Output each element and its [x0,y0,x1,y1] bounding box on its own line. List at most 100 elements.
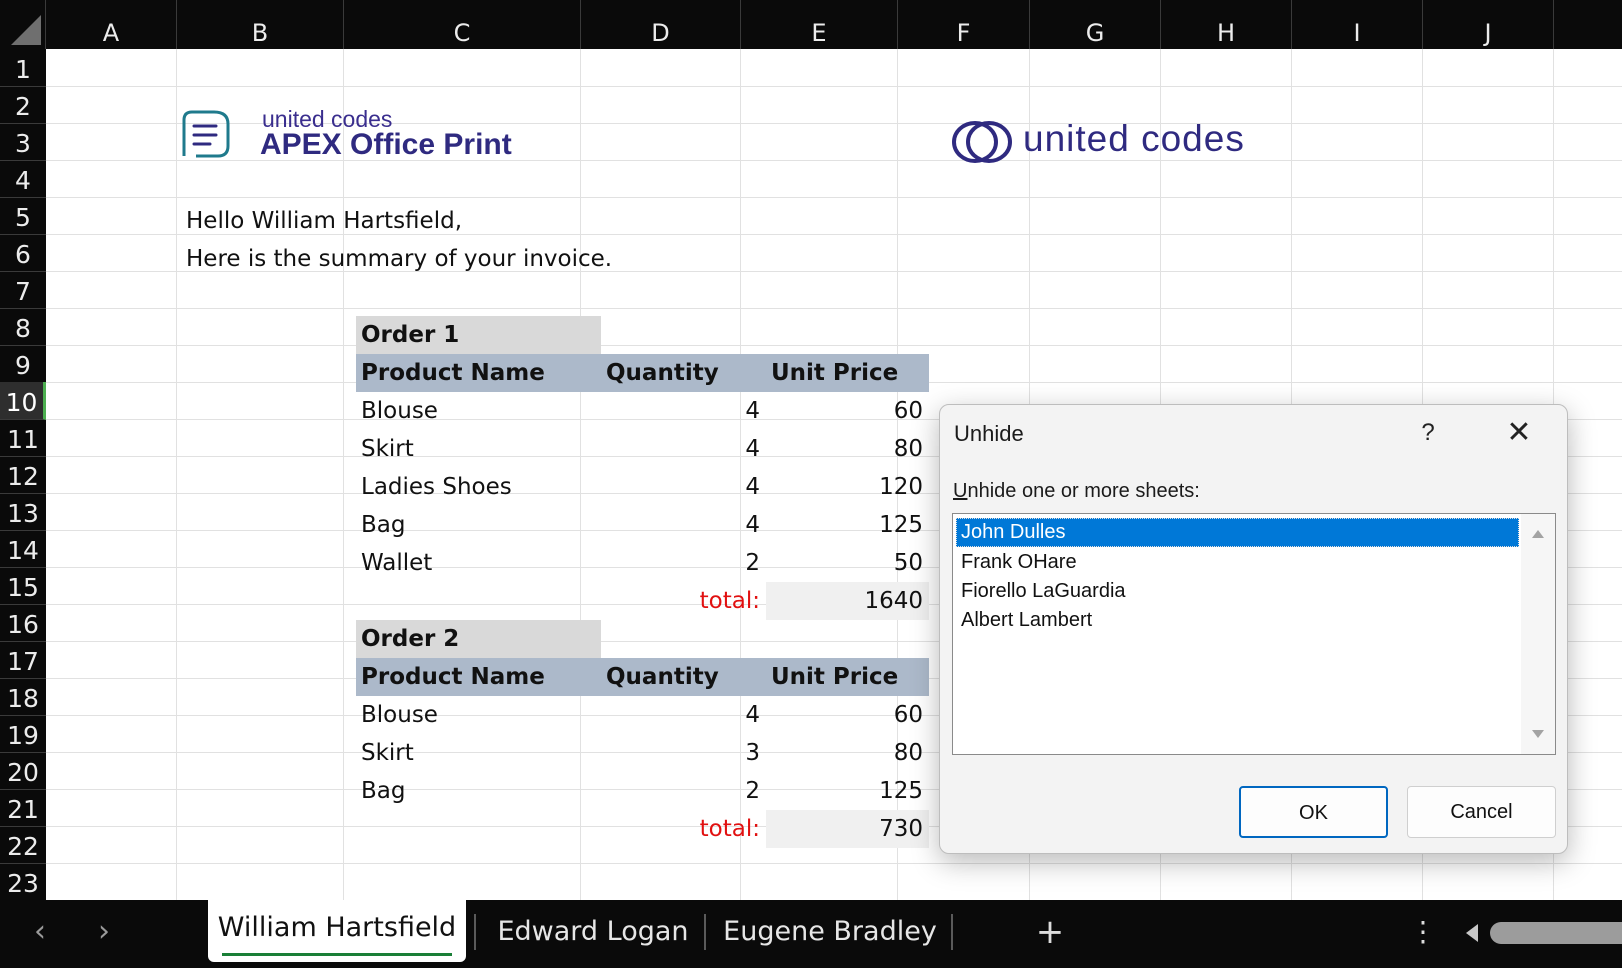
column-header-i[interactable]: I [1292,0,1423,49]
order-2-row-1-price[interactable]: 60 [766,696,929,734]
row-header-5[interactable]: 5 [0,197,46,235]
order-1-row-3-quantity[interactable]: 4 [601,468,766,506]
order-2-row-2-product[interactable]: Skirt [356,734,601,772]
order-1-row-1-price[interactable]: 60 [766,392,929,430]
order-2-total-value[interactable]: 730 [766,810,929,848]
column-header-j[interactable]: J [1423,0,1554,49]
row-header-21[interactable]: 21 [0,789,46,827]
order-2-row-1-quantity[interactable]: 4 [601,696,766,734]
order-1-row-4-price[interactable]: 125 [766,506,929,544]
row-header-17[interactable]: 17 [0,641,46,679]
cancel-button[interactable]: Cancel [1407,786,1556,838]
chevron-right-icon[interactable]: › [84,900,124,968]
row-header-15[interactable]: 15 [0,567,46,605]
apex-office-print-logo: united codes APEX Office Print [178,106,558,162]
order-1-row-2-product[interactable]: Skirt [356,430,601,468]
column-header-g[interactable]: G [1030,0,1161,49]
order-2-row-3-price[interactable]: 125 [766,772,929,810]
horizontal-scrollbar[interactable] [1490,922,1622,944]
order-1-row-4-quantity[interactable]: 4 [601,506,766,544]
list-item-fiorello-laguardia[interactable]: Fiorello LaGuardia [956,577,1519,606]
order-1-total-value[interactable]: 1640 [766,582,929,620]
add-sheet-icon[interactable]: + [1030,900,1070,968]
order-1-row-5-product[interactable]: Wallet [356,544,601,582]
row-header-23[interactable]: 23 [0,863,46,900]
order-2-row-2-quantity[interactable]: 3 [601,734,766,772]
column-header-b[interactable]: B [177,0,344,49]
row-header-6[interactable]: 6 [0,234,46,272]
order-1-row-1-quantity[interactable]: 4 [601,392,766,430]
row-header-14[interactable]: 14 [0,530,46,568]
row-header-22[interactable]: 22 [0,826,46,864]
column-header-e[interactable]: E [741,0,898,49]
select-all-button[interactable] [0,0,46,49]
row-header-4[interactable]: 4 [0,160,46,198]
list-item-albert-lambert[interactable]: Albert Lambert [956,606,1519,635]
help-icon[interactable]: ? [1410,415,1446,451]
order-1-row-2-quantity[interactable]: 4 [601,430,766,468]
order-1-title[interactable]: Order 1 [356,316,601,354]
order-2-row-3-product[interactable]: Bag [356,772,601,810]
row-header-1[interactable]: 1 [0,49,46,87]
list-item-frank-ohare[interactable]: Frank OHare [956,548,1519,577]
summary-line-cell[interactable]: Here is the summary of your invoice. [186,240,612,278]
order-2-total-label[interactable]: total: [601,810,766,848]
row-header-20[interactable]: 20 [0,752,46,790]
list-item-john-dulles[interactable]: John Dulles [956,518,1519,547]
unhide-dialog: Unhide ? ✕ Unhide one or more sheets: Jo… [939,404,1568,854]
order-2-header-quantity[interactable]: Quantity [601,658,766,696]
order-1-header-product[interactable]: Product Name [356,354,601,392]
chevron-left-icon[interactable]: ‹ [20,900,60,968]
order-1-row-3-price[interactable]: 120 [766,468,929,506]
order-1-row-4-product[interactable]: Bag [356,506,601,544]
order-1-header-price[interactable]: Unit Price [766,354,929,392]
order-2-header-product[interactable]: Product Name [356,658,601,696]
row-header-3[interactable]: 3 [0,123,46,161]
row-header-10[interactable]: 10 [0,382,46,420]
row-header-8[interactable]: 8 [0,308,46,346]
order-1-row-3-product[interactable]: Ladies Shoes [356,468,601,506]
row-header-bar: 1 2 3 4 5 6 7 8 9 10 11 12 13 14 15 16 1… [0,49,46,900]
sheet-tab-william-hartsfield[interactable]: William Hartsfield [208,900,466,962]
sheet-tab-bar: ‹ › William Hartsfield Edward Logan Euge… [0,900,1622,968]
order-1-row-1-product[interactable]: Blouse [356,392,601,430]
order-1-header-quantity[interactable]: Quantity [601,354,766,392]
hidden-sheets-list[interactable]: John Dulles Frank OHare Fiorello LaGuard… [952,513,1556,755]
row-header-12[interactable]: 12 [0,456,46,494]
close-icon[interactable]: ✕ [1500,415,1538,451]
column-header-a[interactable]: A [46,0,177,49]
ok-button[interactable]: OK [1239,786,1388,838]
list-scrollbar[interactable] [1521,514,1555,754]
column-header-c[interactable]: C [344,0,581,49]
sheet-tab-edward-logan[interactable]: Edward Logan [488,904,698,960]
more-options-icon[interactable]: ⋮ [1408,900,1438,968]
gridline [46,86,1622,87]
row-header-7[interactable]: 7 [0,271,46,309]
order-2-header-price[interactable]: Unit Price [766,658,929,696]
order-1-row-2-price[interactable]: 80 [766,430,929,468]
row-header-18[interactable]: 18 [0,678,46,716]
column-header-f[interactable]: F [898,0,1030,49]
sheet-tab-eugene-bradley[interactable]: Eugene Bradley [718,904,942,960]
scroll-down-icon[interactable] [1532,730,1544,738]
row-header-19[interactable]: 19 [0,715,46,753]
order-2-row-2-price[interactable]: 80 [766,734,929,772]
column-header-d[interactable]: D [581,0,741,49]
select-all-triangle-icon [11,15,41,45]
order-2-row-1-product[interactable]: Blouse [356,696,601,734]
order-1-row-5-price[interactable]: 50 [766,544,929,582]
united-codes-wordmark: united codes [1023,118,1245,159]
scroll-left-icon[interactable] [1466,924,1478,942]
greeting-cell[interactable]: Hello William Hartsfield, [186,202,462,240]
column-header-h[interactable]: H [1161,0,1292,49]
row-header-16[interactable]: 16 [0,604,46,642]
order-2-title[interactable]: Order 2 [356,620,601,658]
order-1-total-label[interactable]: total: [601,582,766,620]
row-header-13[interactable]: 13 [0,493,46,531]
order-1-row-5-quantity[interactable]: 2 [601,544,766,582]
scroll-up-icon[interactable] [1532,530,1544,538]
row-header-11[interactable]: 11 [0,419,46,457]
order-2-row-3-quantity[interactable]: 2 [601,772,766,810]
row-header-2[interactable]: 2 [0,86,46,124]
row-header-9[interactable]: 9 [0,345,46,383]
